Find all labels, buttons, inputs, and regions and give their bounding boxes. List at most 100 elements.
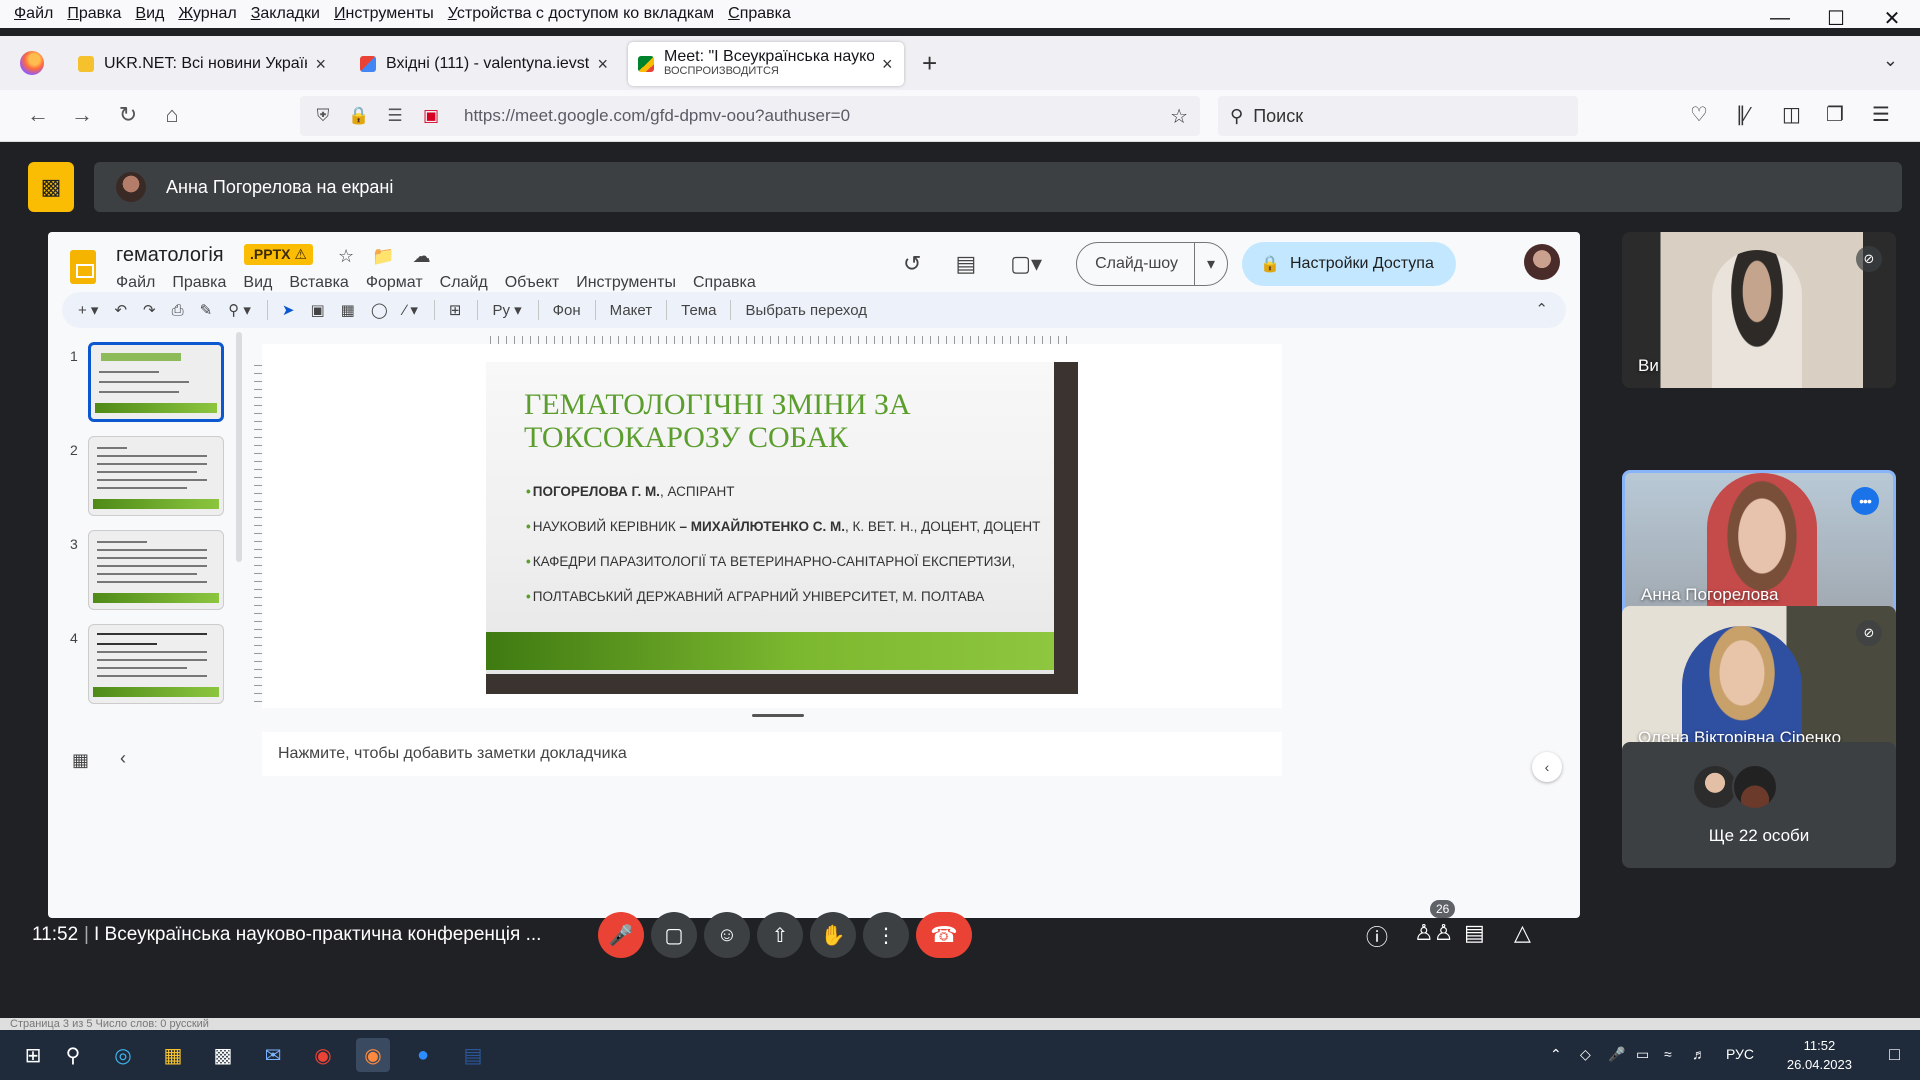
slide-thumbnail-1[interactable]	[88, 342, 224, 422]
menu-bookmarks[interactable]: Закладки	[251, 5, 320, 23]
participant-tile-presenter[interactable]: ••• Анна Погорелова	[1622, 470, 1896, 620]
slides-menu-help[interactable]: Справка	[693, 274, 756, 292]
layout-button[interactable]: Макет	[610, 302, 652, 319]
tray-mic-icon[interactable]: 🎤	[1608, 1046, 1625, 1063]
share-button[interactable]: 🔒 Настройки Доступа	[1242, 242, 1456, 286]
zoom-icon[interactable]: ●	[406, 1038, 440, 1072]
firefox-logo-icon[interactable]	[20, 51, 44, 75]
select-cursor-icon[interactable]: ➤	[282, 301, 295, 319]
slides-logo-icon[interactable]	[70, 250, 96, 284]
menu-edit[interactable]: Правка	[67, 5, 121, 23]
tray-language[interactable]: РУС	[1726, 1046, 1754, 1062]
redo-icon[interactable]: ↷	[143, 301, 156, 319]
slideshow-button[interactable]: Слайд-шоу	[1077, 243, 1196, 285]
presentation-badge-icon[interactable]: ▩	[28, 162, 74, 212]
slides-menu-edit[interactable]: Правка	[172, 274, 226, 292]
more-options-icon[interactable]: •••	[1851, 487, 1879, 515]
menu-history[interactable]: Журнал	[178, 5, 236, 23]
hang-up-icon[interactable]: ☎	[916, 912, 972, 958]
slides-menu-file[interactable]: Файл	[116, 274, 155, 292]
new-slide-plus-icon[interactable]: + ▾	[78, 301, 98, 319]
meeting-info-icon[interactable]: ⓘ	[1366, 920, 1388, 952]
mail-icon[interactable]: ✉	[256, 1038, 290, 1072]
current-slide[interactable]: ГЕМАТОЛОГІЧНІ ЗМІНИ ЗА ТОКСОКАРОЗУ СОБАК…	[486, 362, 1078, 694]
file-explorer-icon[interactable]: ▦	[156, 1038, 190, 1072]
menu-synced-tabs[interactable]: Устройства с доступом ко вкладкам	[448, 5, 714, 23]
collapse-menus-chevron-icon[interactable]: ⌃	[1535, 300, 1548, 318]
library-icon[interactable]: ∥⁄	[1736, 102, 1749, 127]
slides-menu-insert[interactable]: Вставка	[289, 274, 348, 292]
search-icon[interactable]: ⚲	[56, 1038, 90, 1072]
slide-thumbnail-3[interactable]	[88, 530, 224, 610]
activities-icon[interactable]: △	[1514, 920, 1531, 946]
hamburger-menu-icon[interactable]: ☰	[1872, 102, 1890, 127]
print-icon[interactable]: ⎙	[172, 302, 184, 319]
cloud-status-icon[interactable]: ☁	[413, 246, 431, 267]
permissions-icon[interactable]: ☰	[384, 106, 406, 126]
back-arrow-icon[interactable]: ←	[24, 102, 52, 128]
people-icon[interactable]: ♙♙	[1414, 920, 1453, 946]
tab-ukrnet[interactable]: UKR.NET: Всі новини України, ×	[68, 42, 336, 86]
raise-hand-icon[interactable]: ✋	[810, 912, 856, 958]
add-comment-icon[interactable]: ⊞	[449, 301, 462, 319]
reload-icon[interactable]: ↻	[114, 102, 142, 128]
close-tab-icon[interactable]: ×	[597, 54, 608, 75]
tab-meet[interactable]: Meet: "І Всеукраїнська науков ВОСПРОИЗВО…	[628, 42, 904, 86]
notifications-icon[interactable]: □	[1889, 1044, 1900, 1065]
taskbar-clock[interactable]: 11:52 26.04.2023	[1787, 1036, 1852, 1074]
slides-menu-tools[interactable]: Инструменты	[576, 274, 676, 292]
chrome-icon[interactable]: ◉	[306, 1038, 340, 1072]
windows-start-icon[interactable]: ⊞	[16, 1038, 50, 1072]
insert-image-icon[interactable]: ▦	[341, 301, 355, 319]
account-avatar[interactable]	[1524, 244, 1560, 280]
forward-arrow-icon[interactable]: →	[68, 102, 96, 128]
hide-panel-chevron-icon[interactable]: ‹	[120, 748, 126, 769]
tray-up-chevron-icon[interactable]: ⌃	[1550, 1046, 1562, 1063]
doc-title[interactable]: гематологія	[116, 244, 224, 267]
shape-icon[interactable]: ◯	[371, 301, 388, 319]
slides-menu-slide[interactable]: Слайд	[440, 274, 488, 292]
comments-icon[interactable]: ▤	[955, 251, 976, 277]
version-history-icon[interactable]: ↺	[903, 251, 921, 277]
edge-icon[interactable]: ◎	[106, 1038, 140, 1072]
home-icon[interactable]: ⌂	[158, 102, 186, 128]
camera-icon[interactable]: ▢	[651, 912, 697, 958]
tray-battery-icon[interactable]: ▭	[1636, 1046, 1649, 1063]
tab-gmail[interactable]: Вхідні (111) - valentyna.ievstafi ×	[350, 42, 618, 86]
background-button[interactable]: Фон	[553, 302, 581, 319]
theme-button[interactable]: Тема	[681, 302, 716, 319]
tracking-shield-icon[interactable]: ⛨	[312, 106, 334, 126]
line-icon[interactable]: ∕ ▾	[404, 301, 418, 319]
close-tab-icon[interactable]: ×	[882, 54, 893, 75]
thumbnail-scrollbar[interactable]	[236, 332, 242, 562]
speaker-notes[interactable]: Нажмите, чтобы добавить заметки докладчи…	[262, 732, 1282, 776]
firefox-icon[interactable]: ◉	[356, 1038, 390, 1072]
menu-tools[interactable]: Инструменты	[334, 5, 434, 23]
new-tab-plus-icon[interactable]: +	[922, 48, 937, 79]
participant-tile-3[interactable]: ⊘ Олена Вікторівна Сіренко	[1622, 606, 1896, 760]
sidebar-icon[interactable]: ◫	[1782, 102, 1801, 127]
grid-view-icon[interactable]: ▦	[72, 750, 89, 771]
present-screen-icon[interactable]: ⇧	[757, 912, 803, 958]
zoom-icon[interactable]: ⚲ ▾	[228, 301, 251, 319]
chat-icon[interactable]: ▤	[1464, 920, 1485, 946]
search-bar[interactable]: ⚲ Поиск	[1218, 96, 1578, 136]
slideshow-dropdown-icon[interactable]: ▾	[1195, 254, 1227, 274]
slides-menu-object[interactable]: Объект	[505, 274, 559, 292]
pocket-icon[interactable]: ♡	[1690, 102, 1708, 127]
more-options-vertical-icon[interactable]: ⋮	[863, 912, 909, 958]
move-folder-icon[interactable]: 📁	[372, 246, 394, 267]
text-box-icon[interactable]: ▣	[310, 301, 324, 319]
camera-sharing-icon[interactable]: ▣	[420, 106, 442, 126]
bookmark-star-icon[interactable]: ☆	[1170, 104, 1188, 129]
mic-off-icon[interactable]: 🎤	[598, 912, 644, 958]
side-panel-chevron-icon[interactable]: ‹	[1532, 752, 1562, 782]
lock-icon[interactable]: 🔒	[348, 106, 370, 126]
slides-menu-format[interactable]: Формат	[366, 274, 423, 292]
input-tools-icon[interactable]: Pу ▾	[492, 301, 521, 319]
participant-tile-self[interactable]: ⊘ Ви	[1622, 232, 1896, 388]
menu-view[interactable]: Вид	[135, 5, 164, 23]
close-tab-icon[interactable]: ×	[315, 54, 326, 75]
transition-button[interactable]: Выбрать переход	[745, 302, 867, 319]
url-bar[interactable]: ⛨ 🔒 ☰ ▣ https://meet.google.com/gfd-dpmv…	[300, 96, 1200, 136]
